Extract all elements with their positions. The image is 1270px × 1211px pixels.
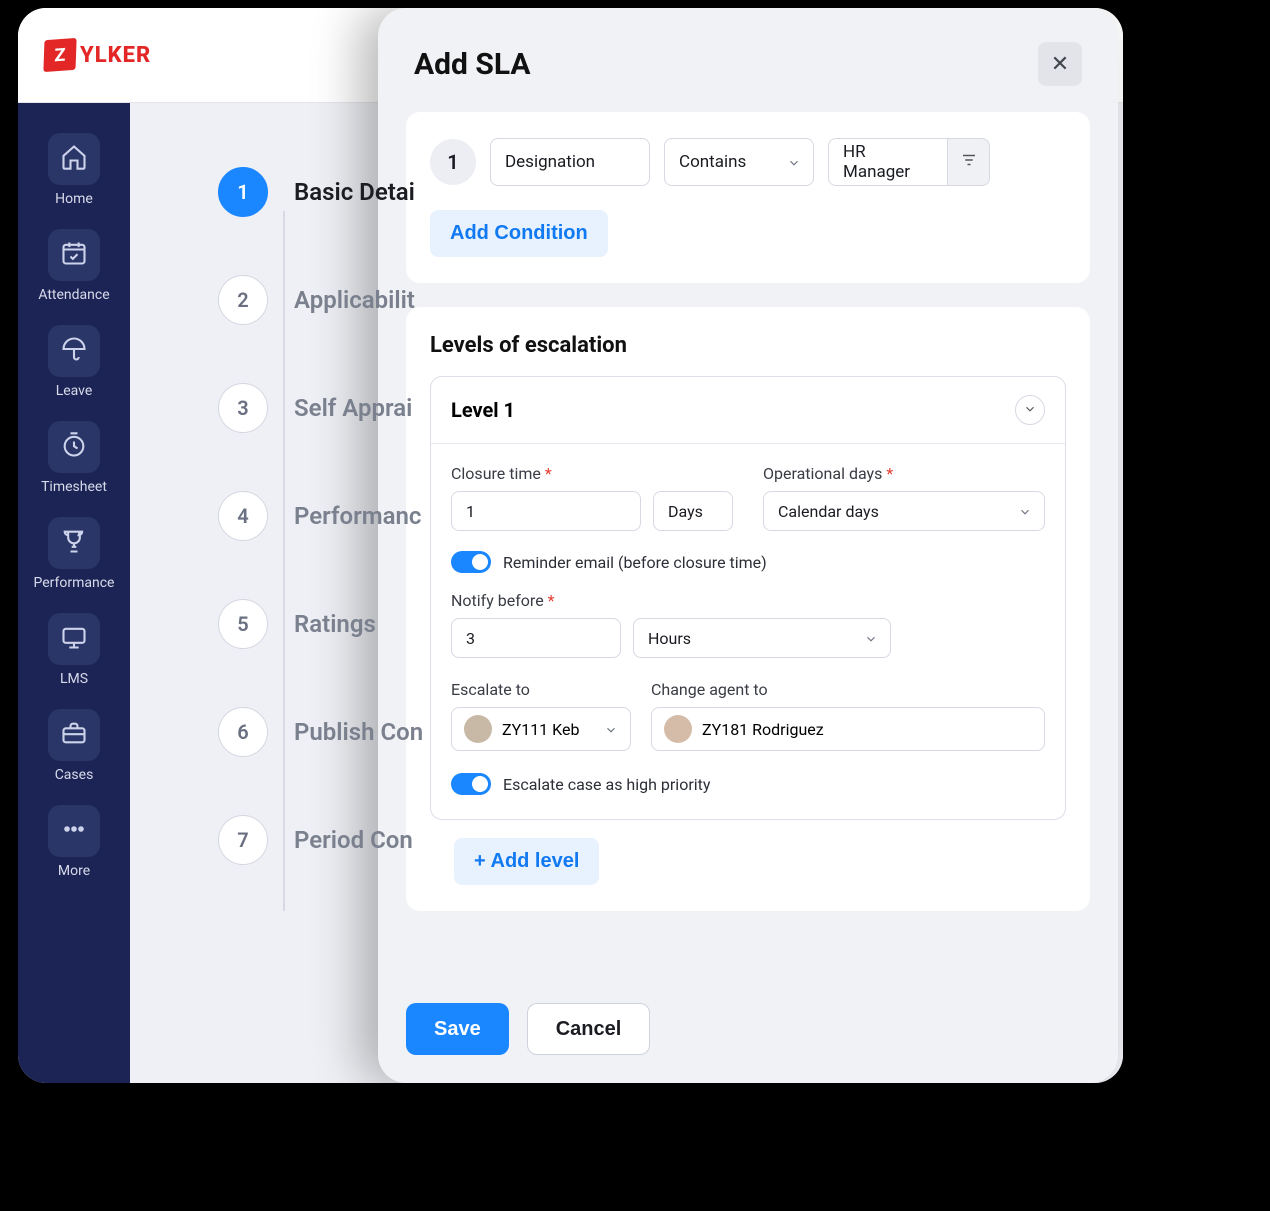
high-priority-label: Escalate case as high priority xyxy=(503,775,710,794)
nav-lms[interactable]: LMS xyxy=(29,607,119,693)
close-button[interactable]: ✕ xyxy=(1038,42,1082,86)
sidenav: Home Attendance Leave Timesheet Performa… xyxy=(18,103,130,1083)
high-priority-toggle[interactable] xyxy=(451,773,491,795)
calendar-check-icon xyxy=(60,239,88,271)
operational-days-label: Operational days xyxy=(763,464,1045,483)
step-6[interactable]: 6Publish Con xyxy=(218,707,1095,757)
reminder-email-row: Reminder email (before closure time) xyxy=(451,551,1045,573)
reminder-email-label: Reminder email (before closure time) xyxy=(503,553,767,572)
modal-title: Add SLA xyxy=(414,47,531,82)
nav-more-label: More xyxy=(58,863,90,879)
logo-mark: Z xyxy=(43,38,76,72)
close-icon: ✕ xyxy=(1051,51,1069,77)
nav-timesheet[interactable]: Timesheet xyxy=(29,415,119,501)
nav-attendance[interactable]: Attendance xyxy=(29,223,119,309)
nav-leave[interactable]: Leave xyxy=(29,319,119,405)
step-1[interactable]: 1Basic Detai xyxy=(218,167,1095,217)
more-icon xyxy=(60,815,88,847)
add-condition-button[interactable]: Add Condition xyxy=(430,210,608,257)
brand-logo: Z YLKER xyxy=(44,39,151,71)
trophy-icon xyxy=(60,527,88,559)
nav-lms-label: LMS xyxy=(60,671,88,687)
step-7[interactable]: 7Period Con xyxy=(218,815,1095,865)
nav-attendance-label: Attendance xyxy=(38,287,109,303)
umbrella-icon xyxy=(60,335,88,367)
nav-performance[interactable]: Performance xyxy=(29,511,119,597)
logo-text: YLKER xyxy=(80,43,151,68)
modal-header: Add SLA ✕ xyxy=(378,8,1118,112)
nav-leave-label: Leave xyxy=(56,383,93,399)
modal-footer: Save Cancel xyxy=(378,985,1118,1083)
closure-time-label: Closure time xyxy=(451,464,733,483)
escalate-to-label: Escalate to xyxy=(451,680,631,699)
change-agent-label: Change agent to xyxy=(651,680,1045,699)
monitor-icon xyxy=(60,623,88,655)
cancel-button[interactable]: Cancel xyxy=(527,1003,651,1055)
nav-home-label: Home xyxy=(55,191,93,207)
briefcase-icon xyxy=(60,719,88,751)
reminder-email-toggle[interactable] xyxy=(451,551,491,573)
escalation-section-title: Levels of escalation xyxy=(430,333,1066,358)
home-icon xyxy=(60,143,88,175)
high-priority-row: Escalate case as high priority xyxy=(451,773,1045,795)
nav-cases-label: Cases xyxy=(55,767,94,783)
step-4[interactable]: 4Performanc xyxy=(218,491,1095,541)
nav-cases[interactable]: Cases xyxy=(29,703,119,789)
save-button[interactable]: Save xyxy=(406,1003,509,1055)
nav-home[interactable]: Home xyxy=(29,127,119,213)
nav-performance-label: Performance xyxy=(34,575,115,591)
nav-timesheet-label: Timesheet xyxy=(41,479,107,495)
step-5[interactable]: 5Ratings xyxy=(218,599,1095,649)
step-2[interactable]: 2Applicabilit xyxy=(218,275,1095,325)
step-3[interactable]: 3Self Apprai xyxy=(218,383,1095,433)
nav-more[interactable]: More xyxy=(29,799,119,885)
timer-icon xyxy=(60,431,88,463)
